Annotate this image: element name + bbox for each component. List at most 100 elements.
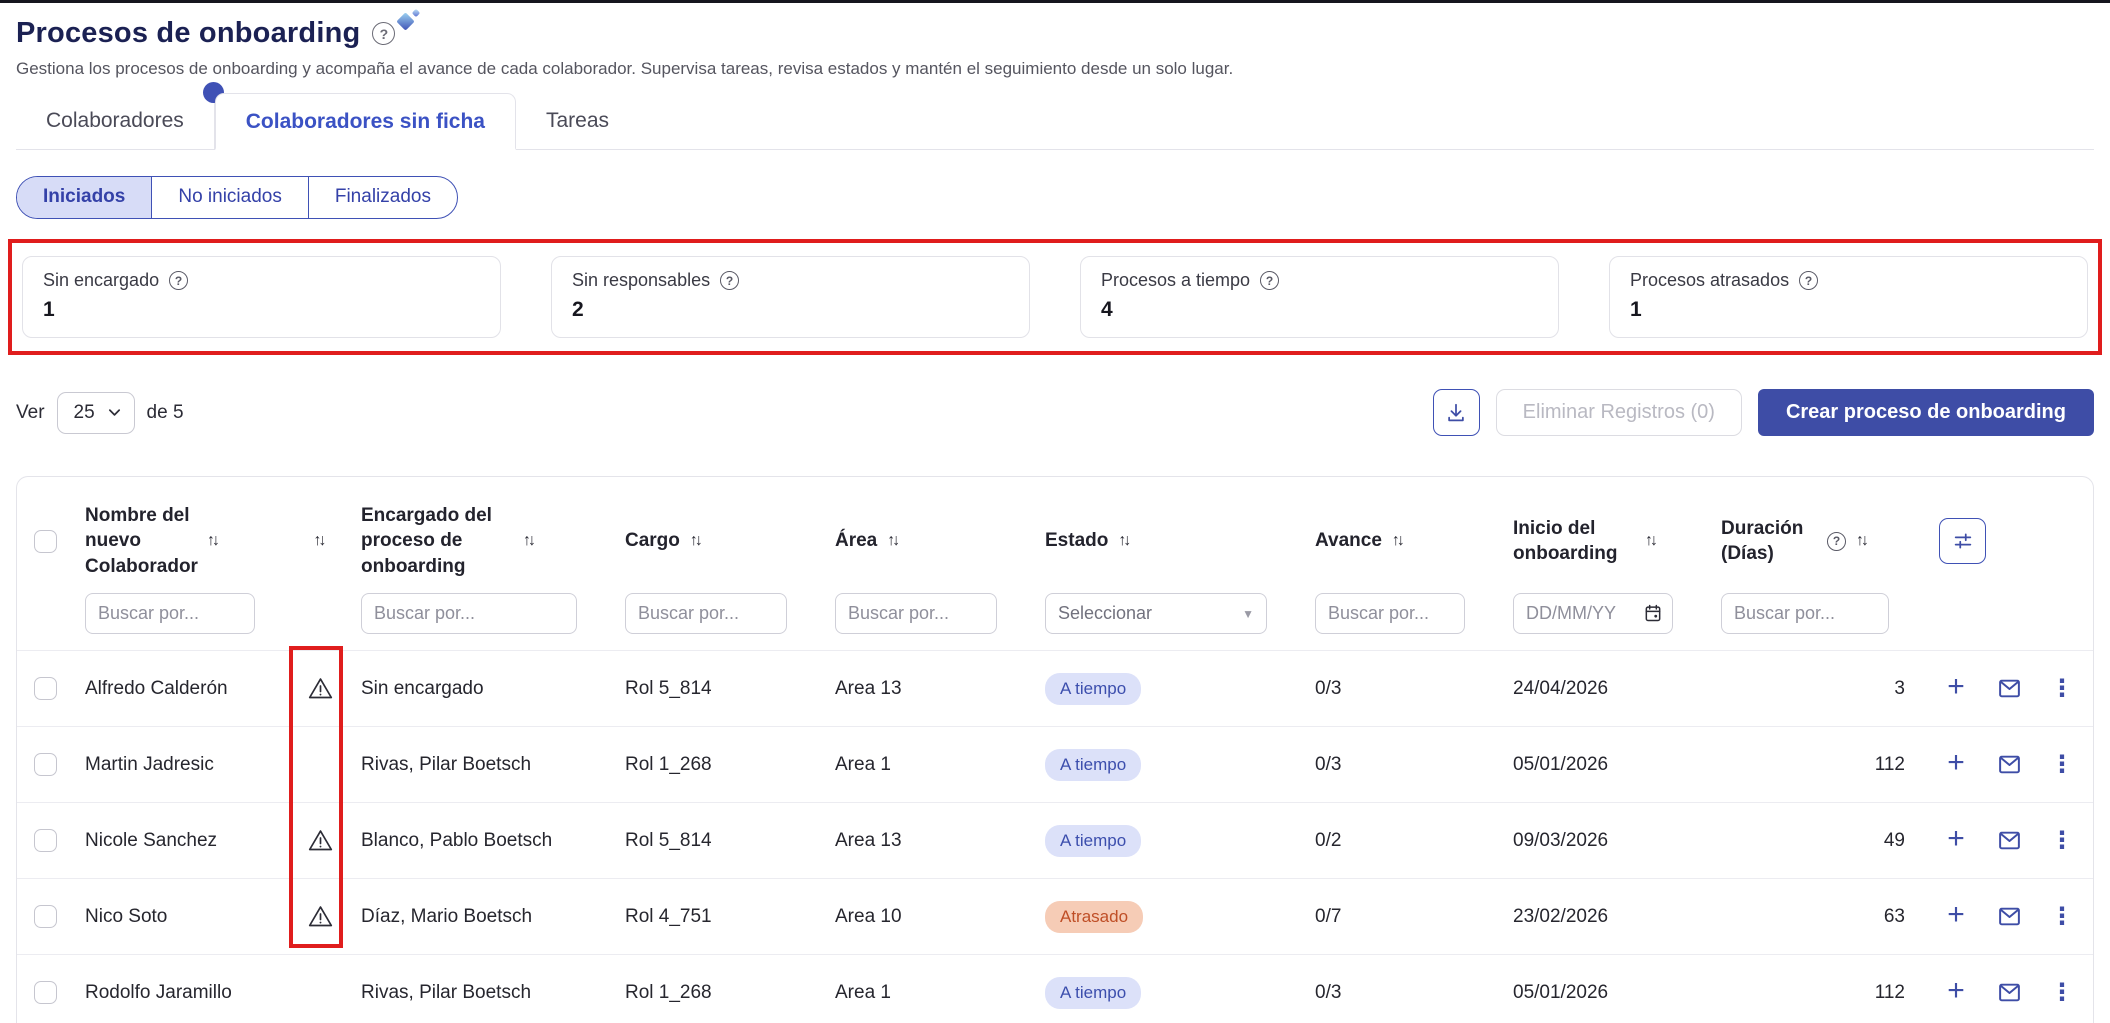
page-subtitle: Gestiona los procesos de onboarding y ac… [16,59,2094,79]
row-role: Rol 1_268 [613,754,823,776]
stat-card-procesos-atrasados: Procesos atrasados ? 1 [1609,256,2088,338]
sort-icon-name[interactable]: ↑↓ [207,532,220,550]
row-checkbox[interactable] [34,753,57,776]
calendar-icon[interactable] [1643,603,1663,628]
row-name: Nicole Sanchez [73,830,291,852]
tab-label: Colaboradores sin ficha [246,110,485,133]
row-menu-button[interactable]: ⋮ [2045,976,2079,1010]
mail-button[interactable] [1992,976,2026,1010]
warning-icon [307,903,334,930]
status-segmented-control: Iniciados No iniciados Finalizados [16,176,458,219]
row-checkbox[interactable] [34,981,57,1004]
help-icon[interactable]: ? [1260,271,1279,290]
row-start-date: 24/04/2026 [1501,678,1709,700]
search-input-duration[interactable] [1721,593,1889,634]
row-menu-button[interactable]: ⋮ [2045,748,2079,782]
row-progress: 0/3 [1303,982,1501,1004]
table-row[interactable]: Nicole Sanchez Blanco, Pablo Boetsch Rol… [17,803,2093,879]
table-row[interactable]: Rodolfo Jaramillo Rivas, Pilar Boetsch R… [17,955,2093,1023]
add-task-button[interactable]: + [1939,824,1973,858]
page-header: Procesos de onboarding ? [16,17,2094,50]
tab-tareas[interactable]: Tareas [516,93,639,149]
segment-no-iniciados[interactable]: No iniciados [151,177,308,218]
row-menu-button[interactable]: ⋮ [2045,672,2079,706]
sort-icon-start[interactable]: ↑↓ [1645,532,1658,550]
row-name: Martin Jadresic [73,754,291,776]
ver-label: Ver [16,402,45,424]
row-checkbox[interactable] [34,829,57,852]
sort-icon-duration[interactable]: ↑↓ [1856,532,1869,550]
row-duration: 112 [1709,754,1925,776]
mail-button[interactable] [1992,748,2026,782]
search-input-manager[interactable] [361,593,577,634]
stats-row: Sin encargado ? 1 Sin responsables ? 2 P… [22,256,2088,338]
row-menu-button[interactable]: ⋮ [2045,900,2079,934]
sort-icon-area[interactable]: ↑↓ [887,532,900,550]
sort-icon-status[interactable]: ↑↓ [1118,532,1131,550]
row-role: Rol 4_751 [613,906,823,928]
create-onboarding-button[interactable]: Crear proceso de onboarding [1758,389,2094,436]
date-filter[interactable] [1513,593,1673,634]
tab-colaboradores-sin-ficha[interactable]: Colaboradores sin ficha [215,93,516,150]
help-icon[interactable]: ? [169,271,188,290]
add-task-button[interactable]: + [1939,976,1973,1010]
mail-button[interactable] [1992,824,2026,858]
table-row[interactable]: Alfredo Calderón Sin encargado Rol 5_814… [17,651,2093,727]
mail-button[interactable] [1992,672,2026,706]
add-task-button[interactable]: + [1939,900,1973,934]
mail-button[interactable] [1992,900,2026,934]
sort-icon-role[interactable]: ↑↓ [690,532,703,550]
row-area: Area 13 [823,678,1033,700]
delete-records-button[interactable]: Eliminar Registros (0) [1496,389,1742,436]
help-icon[interactable]: ? [1799,271,1818,290]
column-header-progress: Avance [1315,528,1382,553]
stat-label: Sin encargado [43,270,159,291]
sort-icon-progress[interactable]: ↑↓ [1392,532,1405,550]
row-menu-button[interactable]: ⋮ [2045,824,2079,858]
add-task-button[interactable]: + [1939,672,1973,706]
stat-label: Procesos atrasados [1630,270,1789,291]
search-input-name[interactable] [85,593,255,634]
segment-finalizados[interactable]: Finalizados [308,177,457,218]
column-header-role: Cargo [625,528,680,553]
help-icon[interactable]: ? [720,271,739,290]
row-area: Area 10 [823,906,1033,928]
add-task-button[interactable]: + [1939,748,1973,782]
download-icon [1445,402,1467,424]
table-row[interactable]: Martin Jadresic Rivas, Pilar Boetsch Rol… [17,727,2093,803]
row-start-date: 09/03/2026 [1501,830,1709,852]
row-name: Alfredo Calderón [73,678,291,700]
search-input-role[interactable] [625,593,787,634]
stat-value: 1 [1630,298,2067,322]
row-name: Rodolfo Jaramillo [73,982,291,1004]
search-input-progress[interactable] [1315,593,1465,634]
tab-label: Tareas [546,109,609,132]
mail-icon [1997,752,2022,777]
duration-help-icon[interactable]: ? [1827,532,1846,551]
search-input-area[interactable] [835,593,997,634]
row-manager: Blanco, Pablo Boetsch [349,830,613,852]
row-manager: Rivas, Pilar Boetsch [349,982,613,1004]
download-button[interactable] [1433,389,1480,436]
sort-icon-warning[interactable]: ↑↓ [314,532,327,550]
row-checkbox[interactable] [34,905,57,928]
sort-icon-manager[interactable]: ↑↓ [523,532,536,550]
tab-colaboradores[interactable]: Colaboradores [16,93,215,149]
tab-bar: Colaboradores Colaboradores sin ficha Ta… [16,93,2094,150]
row-checkbox[interactable] [34,677,57,700]
page-size-select[interactable]: 25 [57,392,135,434]
status-badge: A tiempo [1045,977,1141,1009]
warning-icon [307,675,334,702]
table-row[interactable]: Nico Soto Díaz, Mario Boetsch Rol 4_751 … [17,879,2093,955]
status-filter-select[interactable]: Seleccionar ▼ [1045,593,1267,634]
segment-iniciados[interactable]: Iniciados [17,177,151,218]
stat-card-sin-responsables: Sin responsables ? 2 [551,256,1030,338]
column-settings-button[interactable] [1939,518,1986,564]
select-all-checkbox[interactable] [34,530,57,553]
title-help-icon[interactable]: ? [372,22,395,45]
column-header-name: Nombre del nuevo Colaborador [85,503,197,578]
page-title: Procesos de onboarding [16,17,360,50]
select-arrow-icon: ▼ [1242,607,1254,621]
table-body: Alfredo Calderón Sin encargado Rol 5_814… [17,651,2093,1023]
table-header: Nombre del nuevo Colaborador ↑↓ ↑↓ Encar… [17,477,2093,651]
